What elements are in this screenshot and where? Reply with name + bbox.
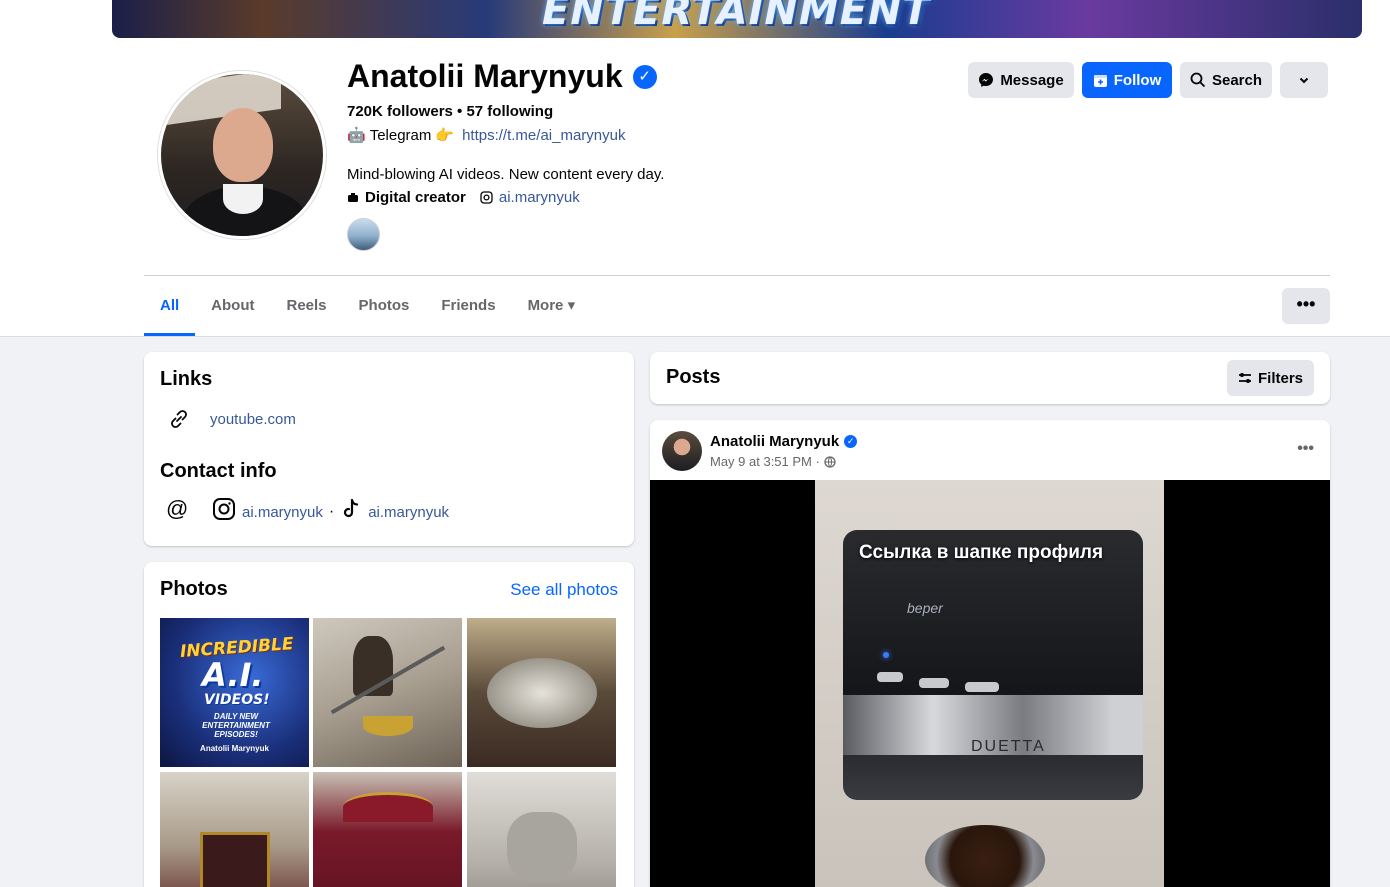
message-button[interactable]: Message bbox=[968, 62, 1074, 98]
filters-icon bbox=[1238, 373, 1251, 383]
tab-all[interactable]: All bbox=[144, 284, 196, 336]
tab-reels[interactable]: Reels bbox=[271, 284, 343, 336]
robot-emoji-icon: 🤖 bbox=[347, 127, 366, 144]
youtube-link[interactable]: youtube.com bbox=[210, 411, 296, 428]
coffee-machine bbox=[843, 530, 1143, 800]
see-all-photos-link[interactable]: See all photos bbox=[510, 580, 618, 600]
contact-instagram-link[interactable]: ai.marynyuk bbox=[242, 504, 323, 521]
profile-tabs: All About Reels Photos Friends More ▾ bbox=[144, 284, 591, 336]
contact-row: @ ai.marynyuk · ai.marynyuk bbox=[166, 496, 449, 522]
chevron-down-icon bbox=[1299, 77, 1309, 84]
photo-tile[interactable] bbox=[467, 772, 616, 887]
post-author-row: Anatolii Marynyuk ✓ bbox=[710, 433, 858, 450]
pointing-hand-icon: 👉 bbox=[435, 127, 455, 144]
at-icon: @ bbox=[166, 496, 189, 521]
post-meta: May 9 at 3:51 PM · bbox=[710, 454, 836, 469]
category-label: Digital creator bbox=[365, 189, 466, 206]
photo-tile[interactable] bbox=[313, 772, 462, 887]
telegram-label: Telegram bbox=[369, 126, 432, 144]
posts-header-card: Posts Filters bbox=[650, 352, 1330, 404]
follow-icon bbox=[1093, 74, 1107, 87]
link-icon bbox=[171, 410, 187, 428]
follower-stats[interactable]: 720K followers • 57 following bbox=[347, 103, 553, 120]
search-button[interactable]: Search bbox=[1180, 62, 1272, 98]
youtube-row: youtube.com bbox=[166, 406, 296, 432]
photo-tile[interactable] bbox=[467, 618, 616, 767]
filters-button[interactable]: Filters bbox=[1227, 360, 1314, 396]
tab-photos[interactable]: Photos bbox=[343, 284, 426, 336]
post-card: Anatolii Marynyuk ✓ May 9 at 3:51 PM · •… bbox=[650, 420, 1330, 887]
tab-more[interactable]: More ▾ bbox=[512, 284, 592, 336]
photos-title: Photos bbox=[160, 578, 228, 600]
post-video[interactable]: beper DUETTA Ссылка в шапке профиля bbox=[650, 480, 1330, 887]
verified-badge-icon: ✓ bbox=[844, 435, 858, 448]
profile-name-row: Anatolii Marynyuk ✓ bbox=[347, 58, 657, 95]
profile-bio: Mind-blowing AI videos. New content ever… bbox=[347, 166, 665, 183]
contact-title: Contact info bbox=[160, 460, 277, 482]
tiktok-icon bbox=[344, 498, 359, 518]
instagram-icon bbox=[480, 191, 493, 204]
contact-tiktok-link[interactable]: ai.marynyuk bbox=[368, 504, 449, 521]
video-overlay-text: Ссылка в шапке профиля bbox=[859, 542, 1104, 563]
profile-picture[interactable] bbox=[158, 71, 326, 239]
tab-friends[interactable]: Friends bbox=[425, 284, 511, 336]
verified-badge-icon[interactable]: ✓ bbox=[632, 64, 657, 89]
instagram-icon bbox=[213, 498, 235, 520]
post-author-name[interactable]: Anatolii Marynyuk bbox=[710, 433, 839, 450]
search-icon bbox=[1190, 72, 1206, 88]
more-actions-button[interactable] bbox=[1280, 62, 1328, 98]
links-card: Links youtube.com Contact info @ ai.mary… bbox=[144, 352, 634, 546]
profile-name: Anatolii Marynyuk bbox=[347, 58, 623, 94]
post-author-avatar[interactable] bbox=[662, 431, 702, 471]
instagram-link[interactable]: ai.marynyuk bbox=[499, 189, 580, 206]
photo-tile[interactable] bbox=[160, 772, 309, 887]
cover-photo[interactable]: ENTERTAINMENT bbox=[112, 0, 1362, 38]
post-video-frame: beper DUETTA Ссылка в шапке профиля bbox=[815, 480, 1164, 887]
cover-text: ENTERTAINMENT bbox=[542, 0, 931, 34]
photos-card: Photos See all photos INCREDIBLE A.I. VI… bbox=[144, 562, 634, 887]
post-menu-button[interactable]: ••• bbox=[1297, 440, 1314, 458]
mutual-avatar[interactable] bbox=[347, 218, 380, 251]
photo-tile[interactable] bbox=[313, 618, 462, 767]
post-timestamp[interactable]: May 9 at 3:51 PM · bbox=[710, 454, 820, 469]
power-light bbox=[883, 652, 889, 658]
telegram-line: 🤖 Telegram 👉 https://t.me/ai_marynyuk bbox=[347, 126, 625, 145]
follow-button[interactable]: Follow bbox=[1082, 62, 1172, 98]
tab-about[interactable]: About bbox=[195, 284, 270, 336]
posts-title: Posts bbox=[666, 366, 721, 388]
separator: · bbox=[328, 503, 335, 520]
photo-tile[interactable]: INCREDIBLE A.I. VIDEOS! DAILY NEW ENTERT… bbox=[160, 618, 309, 767]
header-divider bbox=[144, 275, 1330, 276]
profile-category-row: Digital creator ai.marynyuk bbox=[347, 189, 580, 206]
tabs-more-button[interactable]: ••• bbox=[1282, 288, 1330, 324]
links-title: Links bbox=[160, 368, 213, 390]
globe-icon bbox=[824, 455, 836, 468]
telegram-link[interactable]: https://t.me/ai_marynyuk bbox=[462, 127, 625, 144]
briefcase-icon bbox=[348, 192, 358, 202]
machine-brand-beper: beper bbox=[907, 600, 943, 616]
messenger-icon bbox=[979, 73, 994, 87]
machine-brand-duetta: DUETTA bbox=[971, 738, 1046, 755]
